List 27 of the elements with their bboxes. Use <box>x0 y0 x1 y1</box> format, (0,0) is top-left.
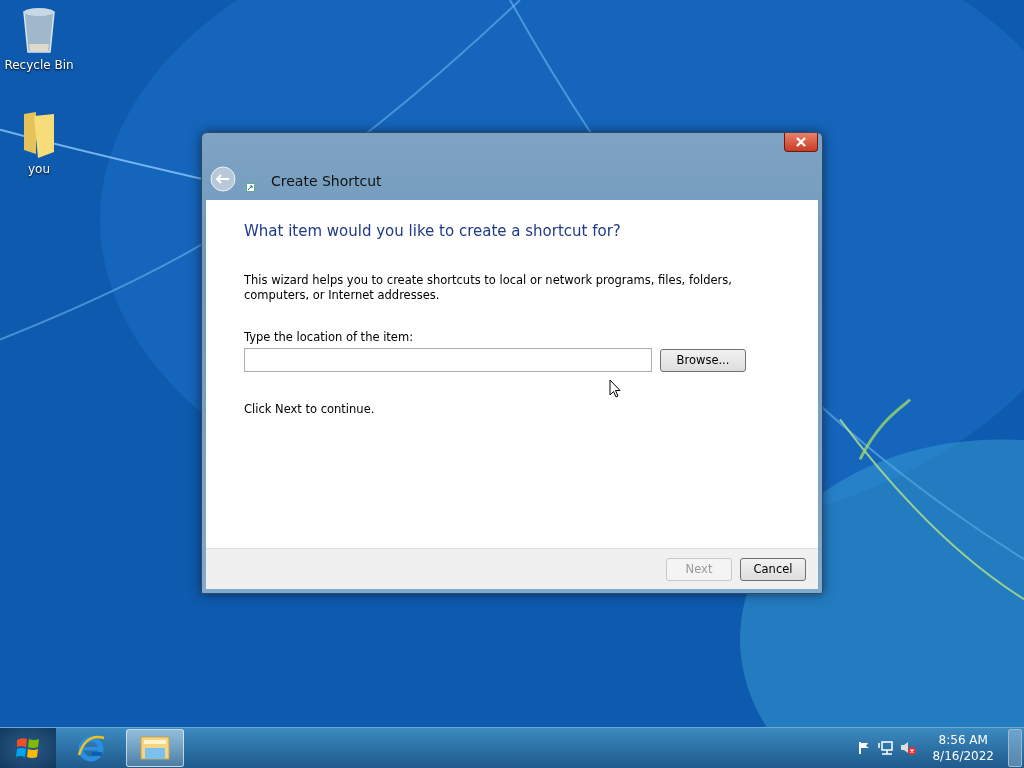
field-label: Type the location of the item: <box>244 330 414 344</box>
desktop-icon-label[interactable]: Recycle Bin <box>4 58 74 72</box>
wizard-heading: What item would you like to create a shortcut for? <box>244 222 622 240</box>
close-icon <box>795 137 807 147</box>
network-icon[interactable] <box>878 740 895 756</box>
location-field[interactable] <box>244 348 652 372</box>
clock-time: 8:56 AM <box>938 732 988 748</box>
window-title: Create Shortcut <box>271 173 382 189</box>
folders-icon <box>139 734 171 762</box>
shortcut-icon <box>246 183 255 192</box>
trash-bin-icon[interactable] <box>21 6 57 54</box>
back-button[interactable] <box>210 166 236 192</box>
clock[interactable]: 8:56 AM 8/16/2022 <box>932 732 994 764</box>
muted-speaker-icon[interactable] <box>900 740 917 756</box>
hint-text: Click Next to continue. <box>244 402 376 416</box>
start-button[interactable] <box>0 728 56 768</box>
browser-e-icon <box>76 733 106 763</box>
taskbar-button[interactable] <box>126 729 184 767</box>
close-button[interactable] <box>784 133 818 152</box>
folder-icon[interactable] <box>22 110 56 158</box>
windows-flag-icon <box>16 737 40 759</box>
browse-button[interactable]: Browse... <box>660 348 746 372</box>
clock-date: 8/16/2022 <box>932 748 994 764</box>
wizard-description: This wizard helps you to create shortcuts to local or network programs, files, folders, computers, or Internet addresses. <box>244 273 733 303</box>
pointer-icon <box>609 379 621 398</box>
dialog-button[interactable]: Cancel <box>740 557 806 581</box>
desktop-icon-label[interactable]: you <box>27 162 51 176</box>
